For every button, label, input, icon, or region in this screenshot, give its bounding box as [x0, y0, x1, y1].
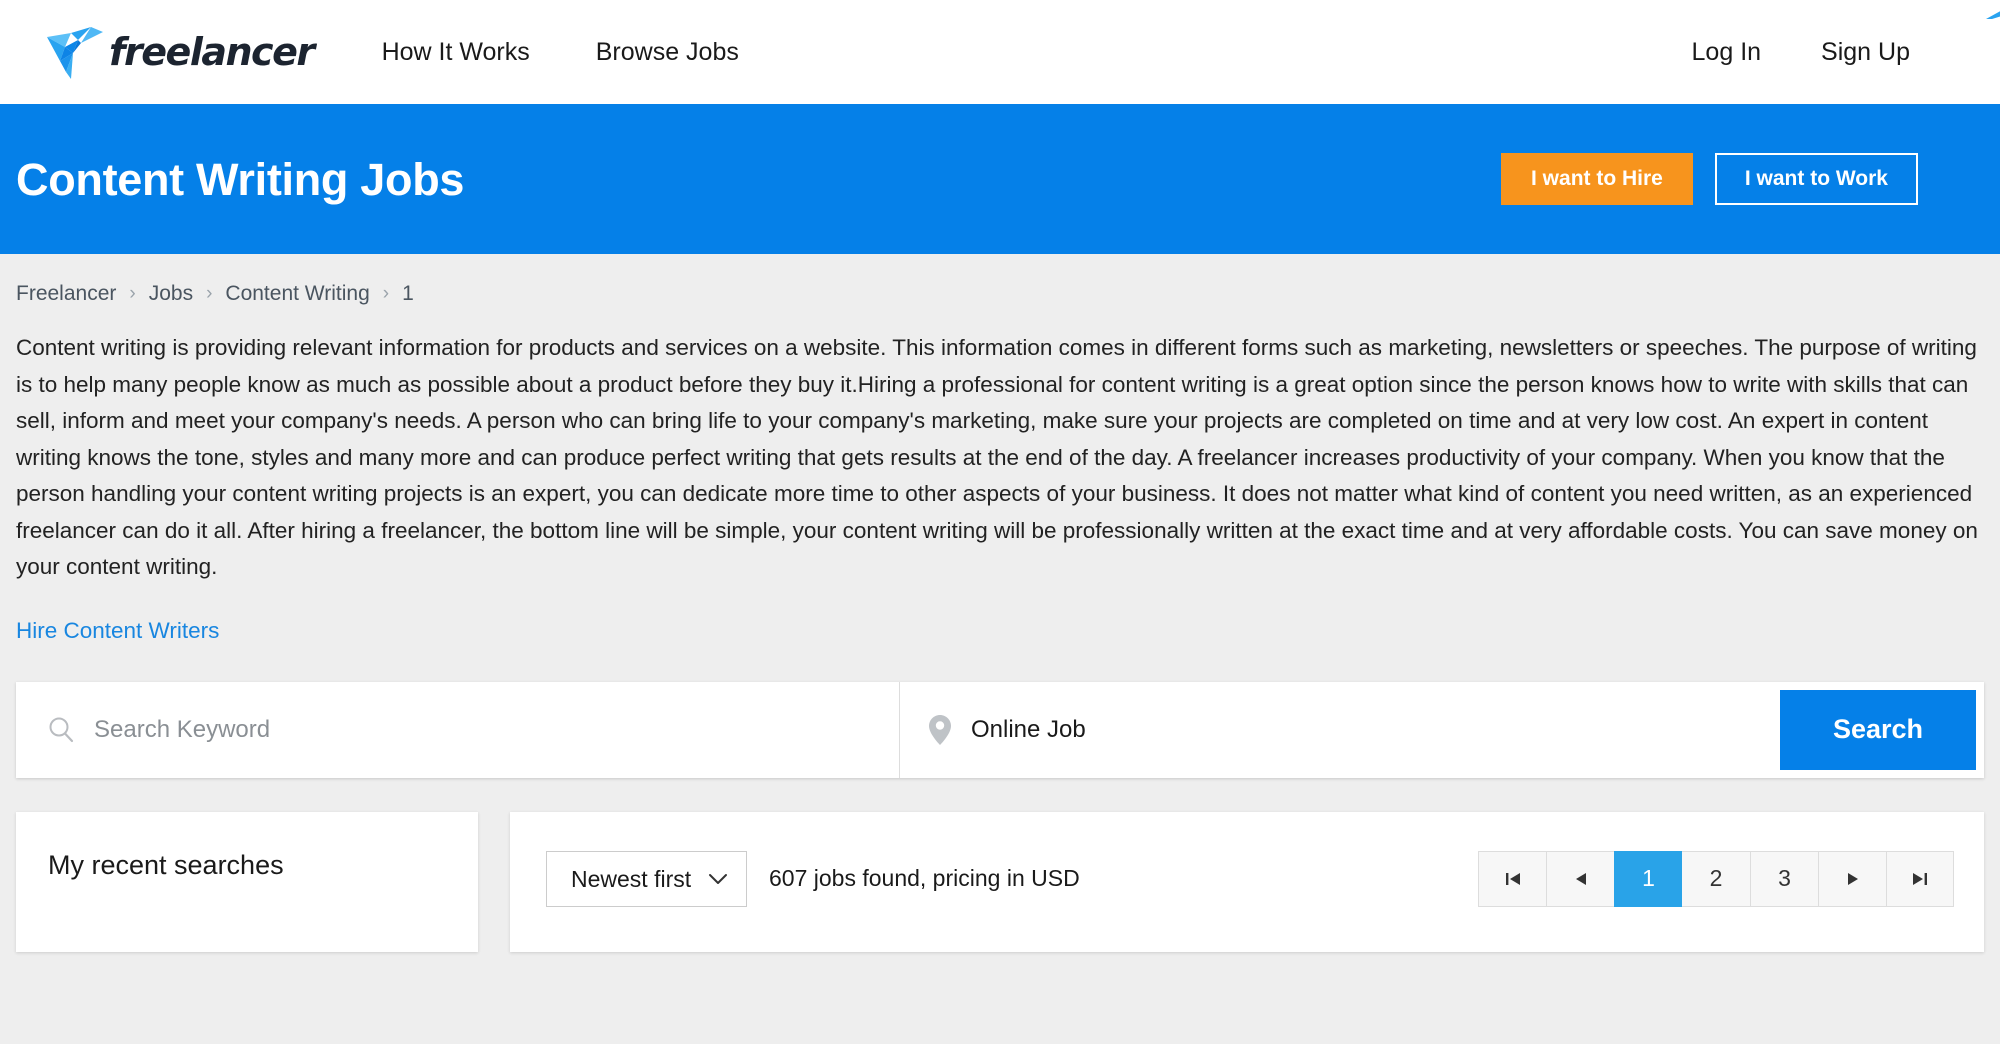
breadcrumb-item-page: 1	[402, 282, 414, 306]
breadcrumb: Freelancer › Jobs › Content Writing › 1	[16, 254, 1984, 306]
location-input[interactable]	[971, 716, 1780, 744]
i-want-to-work-button[interactable]: I want to Work	[1715, 153, 1918, 205]
jobs-found-count: 607 jobs found, pricing in USD	[769, 865, 1080, 892]
sort-select[interactable]: Newest first	[546, 851, 747, 907]
sort-dropdown-wrapper[interactable]: Newest first	[546, 851, 747, 907]
job-results-panel: Newest first 607 jobs found, pricing in …	[510, 812, 1984, 952]
keyword-search-field[interactable]	[16, 682, 900, 778]
breadcrumb-item-freelancer[interactable]: Freelancer	[16, 282, 116, 306]
category-description: Content writing is providing relevant in…	[16, 330, 1984, 586]
search-icon	[46, 715, 76, 745]
i-want-to-hire-button[interactable]: I want to Hire	[1501, 153, 1693, 205]
page-title: Content Writing Jobs	[16, 157, 464, 202]
pagination-first-button[interactable]	[1478, 851, 1546, 907]
breadcrumb-separator-icon: ›	[129, 283, 135, 305]
signup-link[interactable]: Sign Up	[1821, 38, 1910, 67]
previous-page-icon	[1571, 870, 1591, 888]
search-input[interactable]	[94, 716, 899, 744]
top-navigation-bar: freelancer How It Works Browse Jobs Log …	[0, 0, 2000, 104]
first-page-icon	[1503, 870, 1523, 888]
pagination-page-1[interactable]: 1	[1614, 851, 1682, 907]
pagination-prev-button[interactable]	[1546, 851, 1614, 907]
last-page-icon	[1910, 870, 1930, 888]
results-area: My recent searches Newest first 607 jobs…	[16, 812, 1984, 952]
logo-wordmark: freelancer	[109, 30, 314, 74]
main-nav-links: How It Works Browse Jobs	[382, 38, 739, 67]
hire-content-writers-link[interactable]: Hire Content Writers	[16, 618, 219, 644]
breadcrumb-separator-icon: ›	[383, 283, 389, 305]
pagination: 1 2 3	[1478, 851, 1954, 907]
job-search-bar: Search	[16, 682, 1984, 778]
location-search-field[interactable]	[900, 682, 1780, 778]
freelancer-bird-logo-icon	[45, 23, 107, 81]
search-button[interactable]: Search	[1780, 690, 1976, 770]
pagination-page-3[interactable]: 3	[1750, 851, 1818, 907]
nav-link-browse-jobs[interactable]: Browse Jobs	[596, 38, 739, 67]
pagination-last-button[interactable]	[1886, 851, 1954, 907]
auth-links: Log In Sign Up	[1692, 38, 1960, 67]
logo-swoosh-icon	[1986, 8, 2000, 19]
next-page-icon	[1843, 870, 1863, 888]
recent-searches-title: My recent searches	[48, 850, 446, 881]
banner-actions: I want to Hire I want to Work	[1501, 153, 1960, 205]
page-content: Freelancer › Jobs › Content Writing › 1 …	[0, 254, 2000, 952]
map-pin-icon	[927, 714, 953, 746]
breadcrumb-item-content-writing[interactable]: Content Writing	[225, 282, 369, 306]
breadcrumb-separator-icon: ›	[206, 283, 212, 305]
breadcrumb-item-jobs[interactable]: Jobs	[149, 282, 193, 306]
freelancer-logo[interactable]: freelancer	[45, 23, 314, 81]
nav-link-how-it-works[interactable]: How It Works	[382, 38, 530, 67]
login-link[interactable]: Log In	[1692, 38, 1762, 67]
recent-searches-panel: My recent searches	[16, 812, 478, 952]
page-banner: Content Writing Jobs I want to Hire I wa…	[0, 104, 2000, 254]
pagination-next-button[interactable]	[1818, 851, 1886, 907]
pagination-page-2[interactable]: 2	[1682, 851, 1750, 907]
